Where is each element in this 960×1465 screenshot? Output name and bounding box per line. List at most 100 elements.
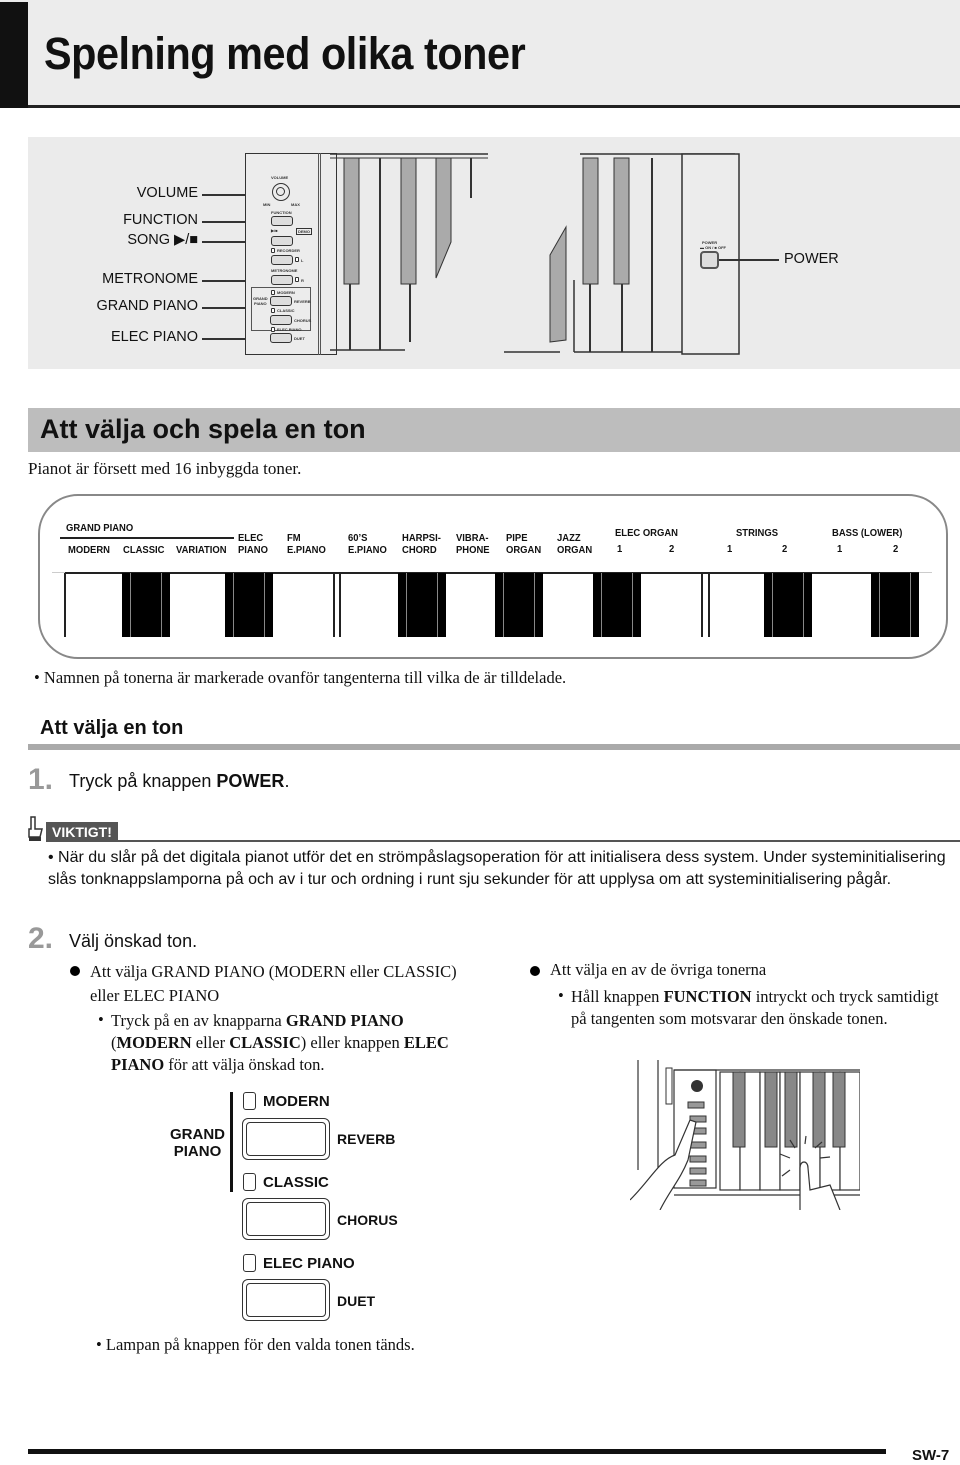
grand-piano-label: GRAND PIANO [170,1126,225,1160]
tiny-classic: CLASSIC [277,308,295,313]
octave-divider [701,573,703,637]
tiny-volume: VOLUME [271,175,289,180]
important-text: • När du slår på det digitala pianot utf… [48,849,946,888]
group-elec-organ-1: 1 [617,543,623,555]
classic-label: CLASSIC [263,1174,329,1191]
black-key [593,573,641,637]
tone-label-elec-piano: ELEC PIANO [238,532,268,556]
panel-led [271,290,275,295]
step-1-text: Tryck på knappen POWER. [69,771,289,792]
tone-line1: FM [287,532,301,544]
tiny-duet: DUET [294,336,305,341]
tone-label-pipe-organ: PIPE ORGAN [506,532,541,556]
panel-recorder-button [271,255,293,265]
right-col-heading: Att välja en av de övriga tonerna [550,960,767,979]
step-2-number: 2. [28,922,54,955]
left-col-sub: Tryck på en av knapparna GRAND PIANO (MO… [111,1010,481,1076]
tone-line1: ELEC [238,532,264,544]
keyboard-left-edge [64,573,66,637]
step-1-text-end: . [284,771,290,791]
reverb-label: REVERB [337,1131,396,1147]
tiny-chorus: CHORUS [294,318,312,323]
tiny-grand-piano: GRAND PIANO [253,296,268,306]
text-plain: ) eller knappen [300,1033,404,1052]
group-label-bass-lower: BASS (LOWER) [832,527,903,539]
tone-line1 [123,532,164,544]
text-bold: FUNCTION [663,987,752,1006]
modern-label: MODERN [263,1093,330,1110]
octave-divider [333,573,335,637]
hands-on-keyboard-illustration [630,1060,860,1210]
tone-label-harpsichord: HARPSI- CHORD [402,532,441,556]
tone-label-60s-epiano: 60’S E.PIANO [348,532,387,556]
label-song: SONG ▶/■ [127,232,198,248]
text-plain: för att välja önskad ton. [164,1055,325,1074]
classic-button[interactable] [242,1198,330,1240]
panel-classic-button [270,315,292,325]
panel-led [271,327,275,332]
group-elec-organ-2: 2 [669,543,675,555]
panel-function-button [271,216,293,226]
label-metronome: METRONOME [102,271,198,287]
text-plain: Tryck på en av knapparna [111,1011,286,1030]
text-bold: MODERN [116,1033,192,1052]
page-title: Spelning med olika toner [44,28,526,79]
label-volume: VOLUME [136,185,198,201]
modern-led-icon [243,1092,256,1110]
black-key [225,573,273,637]
text-plain: eller [191,1033,230,1052]
tone-label-variation: VARIATION [176,532,227,556]
tone-line1: HARPSI- [402,532,441,544]
tone-label-modern: MODERN [68,532,110,556]
step-2-text: Välj önskad ton. [69,931,198,951]
tiny-recorder: RECORDER [277,248,300,253]
group-bass-2: 2 [893,543,899,555]
grand-piano-bracket [230,1092,233,1192]
tiny-l: L [301,258,304,263]
title-accent-bar [0,2,28,108]
important-rule [118,840,960,842]
elec-piano-label: ELEC PIANO [263,1255,355,1272]
tone-label-fm-epiano: FM E.PIANO [287,532,326,556]
right-col-sub: Håll knappen FUNCTION intryckt och tryck… [571,986,951,1030]
tone-line2: ORGAN [506,544,542,556]
piano-label: PIANO [173,1143,222,1160]
footer-rule [28,1449,886,1454]
elec-piano-button[interactable] [242,1279,330,1321]
tiny-modern: MODERN [277,290,295,295]
panel-led [295,277,299,282]
black-key [764,573,812,637]
keys-note: • Namnen på tonerna är markerade ovanför… [34,668,567,687]
tiny-function: FUNCTION [271,210,292,215]
panel-modern-button [270,296,292,306]
intro-text: Pianot är försett med 16 inbyggda toner. [28,459,302,478]
classic-led-icon [243,1173,256,1191]
sub-heading: Att välja en ton [40,717,184,739]
label-power: POWER [784,251,839,267]
label-elec-piano: ELEC PIANO [110,329,198,345]
leader-line [719,259,779,261]
octave-divider [708,573,710,637]
tone-line2: CLASSIC [123,544,165,556]
black-key [122,573,170,637]
tone-line1 [68,532,110,544]
tiny-reverb: REVERB [294,299,311,304]
group-label-strings: STRINGS [736,527,779,539]
tiny-r: R [301,278,304,283]
tiny-demo: DEMO [296,228,312,235]
tone-line1: VIBRA- [456,532,489,544]
panel-led [271,248,275,253]
tone-line1 [176,532,227,544]
tiny-piano: PIANO [254,301,267,306]
label-function: FUNCTION [123,212,198,228]
modern-button[interactable] [242,1118,330,1160]
tone-line1: 60’S [348,532,368,544]
tone-line2: PHONE [456,544,490,556]
group-strings-2: 2 [782,543,788,555]
step-1-text-bold: POWER [216,771,285,791]
text-bold: CLASSIC [229,1033,301,1052]
left-col-heading: Att välja GRAND PIANO (MODERN eller CLAS… [90,962,457,1005]
sub-heading-rule [28,744,960,750]
grand-label: GRAND [170,1126,225,1143]
label-grand-piano: GRAND PIANO [96,298,198,314]
